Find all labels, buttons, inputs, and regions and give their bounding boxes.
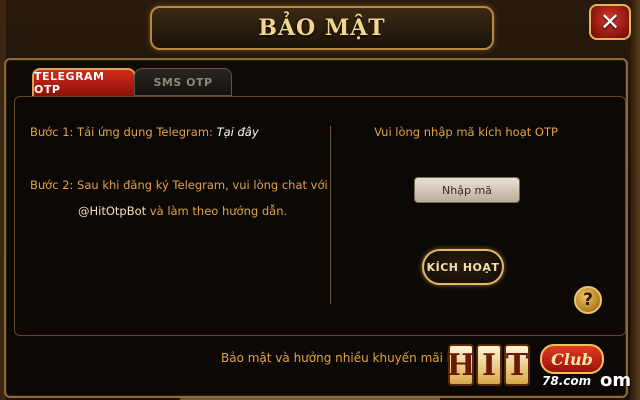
step1-text: Bước 1: Tải ứng dụng Telegram:: [30, 125, 213, 139]
logo-hit-letters: H I T: [447, 344, 530, 388]
question-mark-icon: ?: [583, 290, 593, 310]
download-telegram-link[interactable]: Tại đây: [217, 125, 259, 139]
hitclub-logo: H I T Club 78.com om: [447, 344, 634, 396]
logo-letter-t: T: [504, 344, 530, 386]
otp-label: Vui lòng nhập mã kích hoạt OTP: [374, 125, 558, 139]
background-edge-right: [630, 0, 640, 400]
bot-handle: @HitOtpBot: [78, 204, 147, 218]
dialog-title: BẢO MẬT: [258, 15, 386, 41]
step2-line1: Bước 2: Sau khi đăng ký Telegram, vui lò…: [30, 178, 328, 192]
panel-divider: [330, 126, 331, 304]
promo-text: Bảo mật và hưởng nhiều khuyến mãi hơn: [221, 351, 470, 365]
title-banner: BẢO MẬT: [150, 6, 494, 50]
close-x-icon: ✕: [599, 8, 621, 36]
logo-letter-i: I: [476, 344, 502, 386]
close-button[interactable]: ✕: [589, 4, 631, 40]
logo-suffix: om: [600, 370, 632, 391]
step2-line2: @HitOtpBot và làm theo hướng dẫn.: [78, 204, 287, 218]
activate-button[interactable]: KÍCH HOẠT: [422, 249, 504, 285]
help-button[interactable]: ?: [574, 286, 602, 314]
step2-line2-text: và làm theo hướng dẫn.: [146, 204, 288, 218]
step1-instruction: Bước 1: Tải ứng dụng Telegram: Tại đây: [30, 125, 259, 139]
logo-letter-h: H: [447, 344, 475, 386]
otp-code-input[interactable]: [414, 177, 520, 203]
activate-label: KÍCH HOẠT: [426, 260, 500, 274]
tab-telegram-otp[interactable]: TELEGRAM OTP: [32, 68, 136, 98]
logo-domain: 78.com: [542, 374, 592, 388]
tab-sms-otp[interactable]: SMS OTP: [134, 68, 232, 96]
logo-club-badge: Club: [540, 344, 604, 374]
